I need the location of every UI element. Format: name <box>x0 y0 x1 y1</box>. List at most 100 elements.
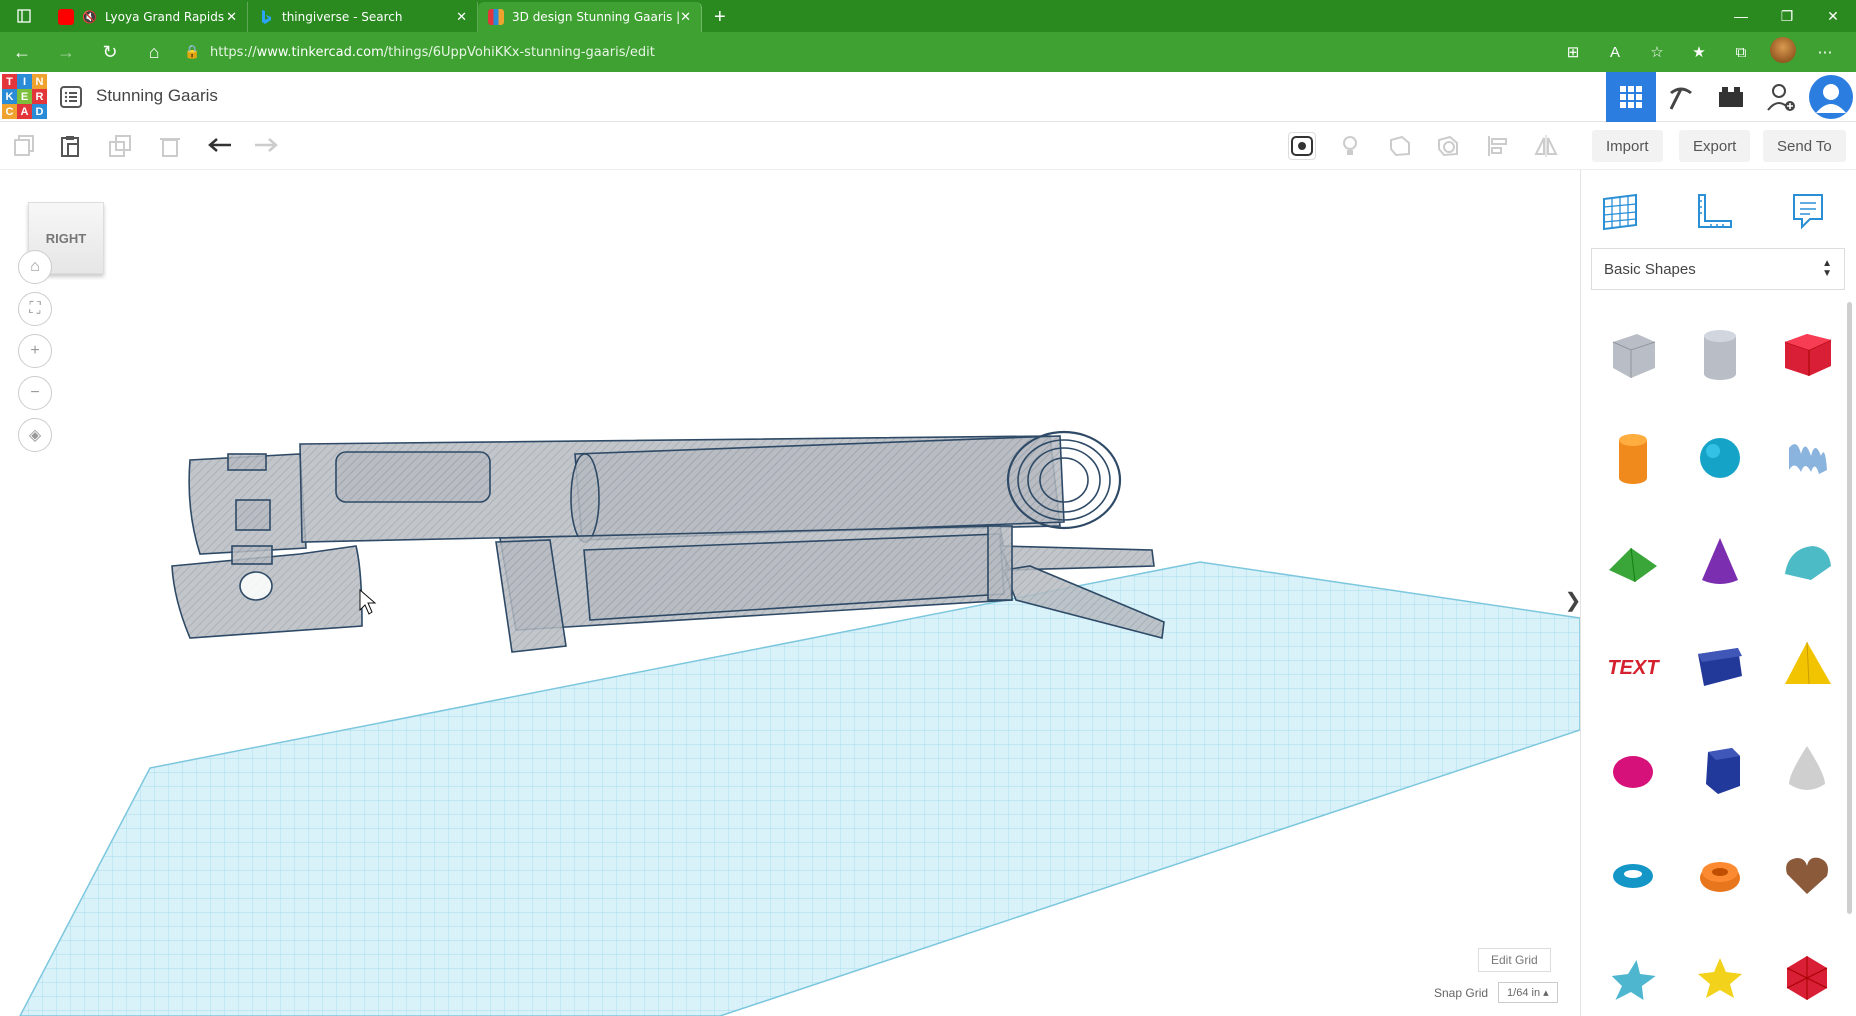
panel-scrollbar[interactable] <box>1847 302 1852 914</box>
browser-tab-tinkercad[interactable]: 3D design Stunning Gaaris | Tink ✕ <box>478 2 702 32</box>
send-to-button[interactable]: Send To <box>1763 130 1846 162</box>
notes-tool-icon[interactable] <box>1785 188 1831 234</box>
shape-wedge[interactable] <box>1676 614 1763 718</box>
shape-text[interactable]: TEXT <box>1589 614 1676 718</box>
close-tab-icon[interactable]: ✕ <box>226 10 237 25</box>
new-tab-button[interactable]: + <box>702 2 738 32</box>
star-shape-icon <box>1611 960 1656 1000</box>
shape-cylinder-hole[interactable] <box>1676 302 1763 406</box>
forward-icon[interactable]: → <box>44 32 88 72</box>
muted-speaker-icon[interactable]: 🔇 <box>82 10 97 24</box>
shape-icosahedron[interactable] <box>1763 926 1850 1016</box>
shape-tube[interactable] <box>1676 822 1763 926</box>
shape-star-gold[interactable] <box>1676 926 1763 1016</box>
bing-icon <box>258 9 274 25</box>
shape-solid-icon[interactable] <box>1386 132 1414 160</box>
workplane-canvas[interactable]: RIGHT ⌂ ⛶ + − ◈ Edit Grid Snap Grid 1/64… <box>0 170 1580 1016</box>
minimize-icon[interactable]: — <box>1718 0 1764 32</box>
url-field[interactable]: 🔒 https://www.tinkercad.com/things/6UppV… <box>184 37 1524 67</box>
tinkercad-logo[interactable]: TINKERCAD <box>2 74 47 119</box>
home-icon[interactable]: ⌂ <box>132 32 176 72</box>
shape-heart[interactable] <box>1763 822 1850 926</box>
notes-view-icon[interactable] <box>1288 132 1316 160</box>
project-title[interactable]: Stunning Gaaris <box>96 86 218 106</box>
collapse-panel-icon[interactable]: ❯ <box>1565 580 1580 620</box>
snap-grid-select[interactable]: 1/64 in ▴ <box>1498 982 1558 1003</box>
blocks-pickaxe-button[interactable] <box>1656 72 1706 122</box>
cone-shape-icon <box>1701 538 1738 584</box>
shape-roof[interactable] <box>1589 510 1676 614</box>
half-sphere-shape-icon <box>1612 756 1653 788</box>
more-icon[interactable]: ⋯ <box>1804 43 1846 61</box>
shape-scribble[interactable] <box>1763 406 1850 510</box>
paraboloid-shape-icon <box>1788 746 1825 790</box>
shape-category-select[interactable]: Basic Shapes ▲ ▼ <box>1591 248 1845 290</box>
perspective-icon[interactable]: ◈ <box>18 418 52 452</box>
browser-tab-bing[interactable]: thingiverse - Search ✕ <box>248 2 478 32</box>
shape-cone[interactable] <box>1676 510 1763 614</box>
shape-paraboloid[interactable] <box>1763 718 1850 822</box>
light-bulb-icon[interactable] <box>1336 132 1364 160</box>
user-profile-button[interactable] <box>1806 72 1856 122</box>
close-tab-icon[interactable]: ✕ <box>680 10 691 25</box>
app-available-icon[interactable]: ⊞ <box>1552 43 1594 61</box>
browser-address-bar: ← → ↻ ⌂ 🔒 https://www.tinkercad.com/thin… <box>0 32 1856 72</box>
shape-half-sphere[interactable] <box>1589 718 1676 822</box>
zoom-in-icon[interactable]: + <box>18 334 52 368</box>
fit-view-icon[interactable]: ⛶ <box>18 292 52 326</box>
invite-user-button[interactable] <box>1756 72 1806 122</box>
box-shape-icon <box>1784 334 1831 376</box>
mirror-icon[interactable] <box>1532 132 1560 160</box>
url-path: /things/6UppVohiKKx-stunning-gaaris/edit <box>383 44 655 60</box>
logo-letter: C <box>2 104 17 119</box>
design-list-icon[interactable] <box>60 86 82 108</box>
undo-icon[interactable] <box>206 132 234 160</box>
shape-star[interactable] <box>1589 926 1676 1016</box>
reload-icon[interactable]: ↻ <box>88 32 132 72</box>
logo-letter: R <box>32 89 47 104</box>
collections-icon[interactable]: ⧉ <box>1720 44 1762 61</box>
import-button[interactable]: Import <box>1592 130 1663 162</box>
shape-box[interactable] <box>1763 302 1850 406</box>
workplane-tool-icon[interactable] <box>1597 188 1643 234</box>
edit-grid-button[interactable]: Edit Grid <box>1478 948 1551 972</box>
export-button[interactable]: Export <box>1679 130 1751 162</box>
shape-sphere[interactable] <box>1676 406 1763 510</box>
read-aloud-icon[interactable]: A <box>1594 44 1636 61</box>
icosahedron-shape-icon <box>1786 956 1827 1000</box>
redo-icon[interactable] <box>252 132 280 160</box>
browser-tab-youtube[interactable]: 🔇 Lyoya Grand Rapids Michig ✕ <box>48 2 248 32</box>
shapes-panel: Basic Shapes ▲ ▼ TEXT <box>1580 170 1856 1016</box>
align-icon[interactable] <box>1484 132 1512 160</box>
ruler-tool-icon[interactable] <box>1691 188 1737 234</box>
3d-design-view-button[interactable] <box>1606 72 1656 122</box>
favorite-add-icon[interactable]: ☆ <box>1636 43 1678 61</box>
copy-icon[interactable] <box>10 132 38 160</box>
profile-avatar[interactable] <box>1762 37 1804 67</box>
shape-cylinder[interactable] <box>1589 406 1676 510</box>
shape-round-roof[interactable] <box>1763 510 1850 614</box>
close-window-icon[interactable]: ✕ <box>1810 0 1856 32</box>
tab-actions-icon[interactable] <box>0 0 48 32</box>
add-user-icon <box>1767 84 1795 111</box>
favorites-icon[interactable]: ★ <box>1678 43 1720 61</box>
shape-hole-icon[interactable] <box>1434 132 1462 160</box>
close-tab-icon[interactable]: ✕ <box>456 10 467 25</box>
paste-icon[interactable] <box>56 132 84 160</box>
back-icon[interactable]: ← <box>0 32 44 72</box>
shape-pyramid[interactable] <box>1763 614 1850 718</box>
svg-text:TEXT: TEXT <box>1607 657 1660 679</box>
restore-icon[interactable]: ❐ <box>1764 0 1810 32</box>
bricks-button[interactable] <box>1706 72 1756 122</box>
home-view-icon[interactable]: ⌂ <box>18 250 52 284</box>
tube-shape-icon <box>1699 862 1740 892</box>
shape-torus[interactable] <box>1589 822 1676 926</box>
user-avatar <box>1809 75 1853 119</box>
wedge-shape-icon <box>1697 648 1742 686</box>
browser-tab-bar: 🔇 Lyoya Grand Rapids Michig ✕ thingivers… <box>0 0 1856 32</box>
shape-box-hole[interactable] <box>1589 302 1676 406</box>
delete-icon[interactable] <box>156 132 184 160</box>
shape-polygon[interactable] <box>1676 718 1763 822</box>
duplicate-icon[interactable] <box>106 132 134 160</box>
zoom-out-icon[interactable]: − <box>18 376 52 410</box>
